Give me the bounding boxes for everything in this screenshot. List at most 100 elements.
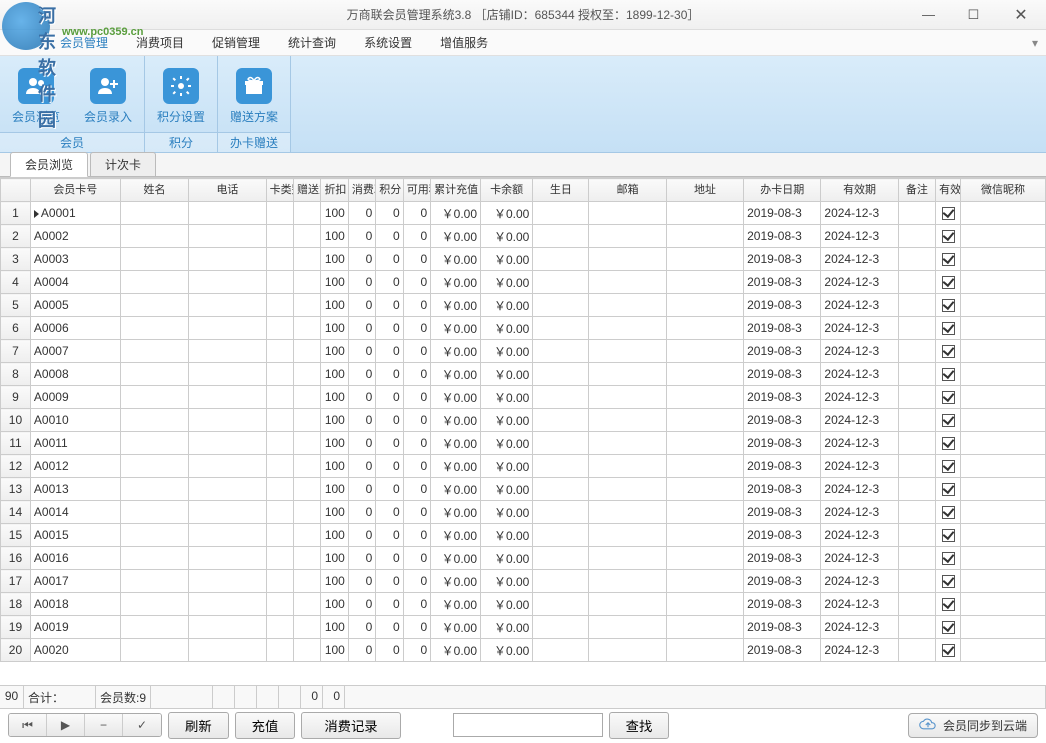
table-row[interactable]: 19A0019100000￥0.00￥0.002019-08-32024-12-… [1, 616, 1046, 639]
nav-next-icon[interactable]: ▶ [47, 714, 85, 736]
cell-valid[interactable] [936, 616, 961, 639]
table-row[interactable]: 3A0003100000￥0.00￥0.002019-08-32024-12-3 [1, 248, 1046, 271]
ribbon-btn-会员浏览[interactable]: 会员浏览 [0, 60, 72, 132]
cell-card[interactable]: A0019 [30, 616, 120, 639]
search-button[interactable]: 查找 [609, 712, 670, 739]
cell-valid[interactable] [936, 248, 961, 271]
ribbon-btn-赠送方案[interactable]: 赠送方案 [218, 60, 290, 132]
cell-valid[interactable] [936, 386, 961, 409]
col-header[interactable]: 折扣 [321, 179, 348, 202]
minimize-button[interactable]: — [906, 1, 951, 29]
recharge-button[interactable]: 充值 [235, 712, 296, 739]
cell-card[interactable]: A0002 [30, 225, 120, 248]
col-header[interactable]: 会员卡号 [30, 179, 120, 202]
cell-card[interactable]: A0013 [30, 478, 120, 501]
table-row[interactable]: 17A0017100000￥0.00￥0.002019-08-32024-12-… [1, 570, 1046, 593]
col-header[interactable]: 微信昵称 [961, 179, 1046, 202]
col-header[interactable]: 备注 [898, 179, 935, 202]
col-header[interactable]: 积分 [376, 179, 403, 202]
cell-card[interactable]: A0020 [30, 639, 120, 662]
table-row[interactable]: 11A0011100000￥0.00￥0.002019-08-32024-12-… [1, 432, 1046, 455]
table-row[interactable]: 18A0018100000￥0.00￥0.002019-08-32024-12-… [1, 593, 1046, 616]
col-header[interactable]: 有效 [936, 179, 961, 202]
col-header[interactable]: 生日 [533, 179, 589, 202]
cell-valid[interactable] [936, 524, 961, 547]
cell-valid[interactable] [936, 340, 961, 363]
cell-card[interactable]: A0018 [30, 593, 120, 616]
cell-valid[interactable] [936, 455, 961, 478]
table-row[interactable]: 2A0002100000￥0.00￥0.002019-08-32024-12-3 [1, 225, 1046, 248]
menu-system-settings[interactable]: 系统设置 [364, 34, 412, 51]
ribbon-btn-积分设置[interactable]: 积分设置 [145, 60, 217, 132]
cell-card[interactable]: A0003 [30, 248, 120, 271]
col-header[interactable]: 有效期 [821, 179, 898, 202]
close-button[interactable]: ✕ [996, 1, 1046, 29]
sync-cloud-button[interactable]: 会员同步到云端 [908, 713, 1038, 738]
cell-card[interactable]: A0014 [30, 501, 120, 524]
menu-overflow-icon[interactable]: ▾ [1032, 36, 1038, 50]
table-row[interactable]: 16A0016100000￥0.00￥0.002019-08-32024-12-… [1, 547, 1046, 570]
cell-card[interactable]: A0015 [30, 524, 120, 547]
nav-confirm-icon[interactable]: ✓ [123, 714, 161, 736]
col-header[interactable]: 邮箱 [589, 179, 666, 202]
cell-valid[interactable] [936, 271, 961, 294]
cell-card[interactable]: A0009 [30, 386, 120, 409]
table-row[interactable]: 5A0005100000￥0.00￥0.002019-08-32024-12-3 [1, 294, 1046, 317]
table-row[interactable]: 13A0013100000￥0.00￥0.002019-08-32024-12-… [1, 478, 1046, 501]
cell-valid[interactable] [936, 294, 961, 317]
cell-card[interactable]: A0005 [30, 294, 120, 317]
cell-card[interactable]: A0010 [30, 409, 120, 432]
cell-valid[interactable] [936, 501, 961, 524]
col-header[interactable]: 电话 [189, 179, 266, 202]
col-header[interactable]: 办卡日期 [744, 179, 821, 202]
table-row[interactable]: 10A0010100000￥0.00￥0.002019-08-32024-12-… [1, 409, 1046, 432]
consume-history-button[interactable]: 消费记录 [301, 712, 400, 739]
refresh-button[interactable]: 刷新 [168, 712, 229, 739]
table-row[interactable]: 1A0001100000￥0.00￥0.002019-08-32024-12-3 [1, 202, 1046, 225]
col-header[interactable]: 可用积分 [403, 179, 430, 202]
cell-valid[interactable] [936, 570, 961, 593]
cell-card[interactable]: A0004 [30, 271, 120, 294]
tab-count-card[interactable]: 计次卡 [90, 152, 156, 176]
menu-stats[interactable]: 统计查询 [288, 34, 336, 51]
menu-member-mgmt[interactable]: 会员管理 [60, 34, 108, 51]
cell-card[interactable]: A0016 [30, 547, 120, 570]
table-row[interactable]: 6A0006100000￥0.00￥0.002019-08-32024-12-3 [1, 317, 1046, 340]
cell-card[interactable]: A0008 [30, 363, 120, 386]
menu-promotion[interactable]: 促销管理 [212, 34, 260, 51]
col-header[interactable]: 卡余额 [481, 179, 533, 202]
maximize-button[interactable]: ☐ [951, 1, 996, 29]
table-row[interactable]: 8A0008100000￥0.00￥0.002019-08-32024-12-3 [1, 363, 1046, 386]
col-header[interactable]: 地址 [666, 179, 743, 202]
search-input[interactable] [453, 713, 603, 737]
tab-member-browse[interactable]: 会员浏览 [10, 152, 88, 177]
col-header[interactable]: 卡类别 [266, 179, 293, 202]
table-row[interactable]: 20A0020100000￥0.00￥0.002019-08-32024-12-… [1, 639, 1046, 662]
cell-valid[interactable] [936, 202, 961, 225]
cell-valid[interactable] [936, 593, 961, 616]
nav-delete-icon[interactable]: − [85, 714, 123, 736]
cell-valid[interactable] [936, 639, 961, 662]
cell-card[interactable]: A0017 [30, 570, 120, 593]
cell-valid[interactable] [936, 478, 961, 501]
table-row[interactable]: 14A0014100000￥0.00￥0.002019-08-32024-12-… [1, 501, 1046, 524]
cell-card[interactable]: A0011 [30, 432, 120, 455]
table-row[interactable]: 12A0012100000￥0.00￥0.002019-08-32024-12-… [1, 455, 1046, 478]
col-header[interactable]: 累计充值 [431, 179, 481, 202]
table-row[interactable]: 4A0004100000￥0.00￥0.002019-08-32024-12-3 [1, 271, 1046, 294]
nav-first-icon[interactable]: ⏮ [9, 714, 47, 736]
table-row[interactable]: 9A0009100000￥0.00￥0.002019-08-32024-12-3 [1, 386, 1046, 409]
cell-valid[interactable] [936, 547, 961, 570]
ribbon-btn-会员录入[interactable]: 会员录入 [72, 60, 144, 132]
cell-valid[interactable] [936, 317, 961, 340]
cell-card[interactable]: A0007 [30, 340, 120, 363]
table-row[interactable]: 7A0007100000￥0.00￥0.002019-08-32024-12-3 [1, 340, 1046, 363]
menu-consume-items[interactable]: 消费项目 [136, 34, 184, 51]
cell-valid[interactable] [936, 363, 961, 386]
cell-card[interactable]: A0001 [30, 202, 120, 225]
table-row[interactable]: 15A0015100000￥0.00￥0.002019-08-32024-12-… [1, 524, 1046, 547]
cell-valid[interactable] [936, 432, 961, 455]
col-header[interactable]: 姓名 [120, 179, 189, 202]
cell-valid[interactable] [936, 225, 961, 248]
cell-card[interactable]: A0006 [30, 317, 120, 340]
